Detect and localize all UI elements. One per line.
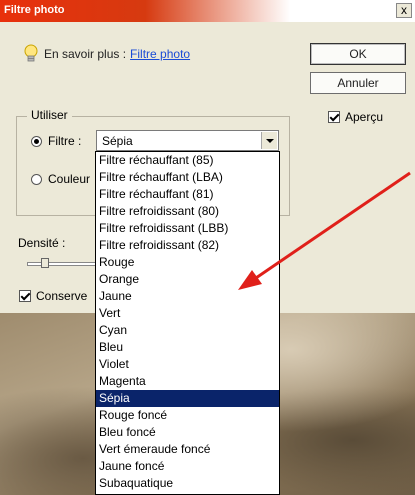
chevron-down-icon[interactable] (261, 132, 277, 149)
lightbulb-icon (24, 44, 38, 62)
close-button[interactable]: x (396, 3, 412, 18)
preserve-label: Conserve (36, 289, 88, 303)
filter-radio-icon[interactable] (31, 135, 42, 147)
help-row: En savoir plus : Filtre photo (22, 44, 190, 64)
density-slider-track[interactable] (27, 262, 97, 266)
color-radio[interactable]: Couleur (31, 172, 90, 186)
dropdown-option[interactable]: Cyan (96, 322, 279, 339)
cancel-button[interactable]: Annuler (310, 72, 406, 94)
dropdown-option[interactable]: Sépia (96, 390, 279, 407)
dropdown-option[interactable]: Filtre réchauffant (85) (96, 152, 279, 169)
window-title: Filtre photo (4, 4, 65, 16)
dropdown-option[interactable]: Vert (96, 305, 279, 322)
filter-select-value: Sépia (102, 134, 133, 148)
preserve-checkbox[interactable]: Conserve (19, 289, 87, 303)
filter-select[interactable]: Sépia (96, 130, 279, 151)
preserve-check-icon[interactable] (19, 290, 31, 302)
filter-radio-label: Filtre : (48, 134, 82, 148)
ok-button[interactable]: OK (310, 43, 406, 65)
dropdown-option[interactable]: Bleu foncé (96, 424, 279, 441)
preview-checkbox[interactable]: Aperçu (328, 110, 383, 124)
preview-check-icon[interactable] (328, 111, 340, 123)
density-slider-thumb[interactable] (40, 258, 49, 268)
preview-label: Aperçu (345, 110, 384, 124)
dropdown-option[interactable]: Vert émeraude foncé (96, 441, 279, 458)
color-radio-icon[interactable] (31, 173, 42, 185)
title-bar: Filtre photo x (0, 0, 415, 22)
dropdown-option[interactable]: Rouge foncé (96, 407, 279, 424)
dropdown-option[interactable]: Subaquatique (96, 475, 279, 492)
dropdown-option[interactable]: Bleu (96, 339, 279, 356)
red-arrow-icon (238, 171, 411, 290)
dropdown-option[interactable]: Violet (96, 356, 279, 373)
dropdown-option[interactable]: Magenta (96, 373, 279, 390)
density-label: Densité : (18, 236, 66, 250)
help-link[interactable]: Filtre photo (130, 47, 190, 61)
filter-radio[interactable]: Filtre : (31, 134, 81, 148)
use-group-legend: Utiliser (27, 108, 72, 122)
color-radio-label: Couleur (48, 172, 91, 186)
help-prefix: En savoir plus : (44, 47, 127, 61)
dropdown-option[interactable]: Jaune foncé (96, 458, 279, 475)
